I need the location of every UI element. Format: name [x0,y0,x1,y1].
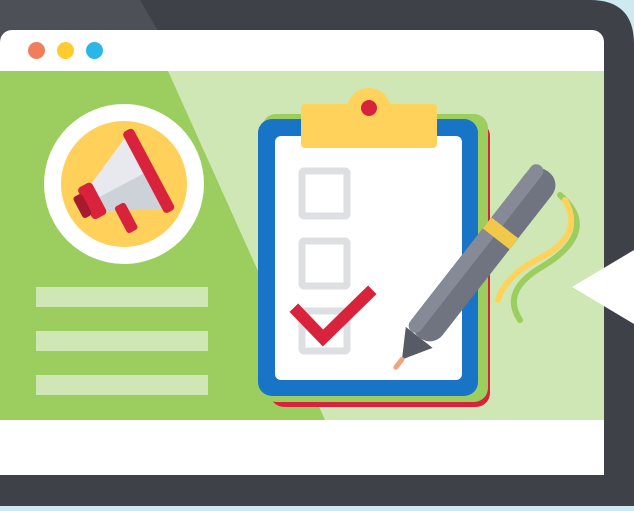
window-controls [28,42,103,59]
maximize-button[interactable] [86,42,103,59]
clipboard-icon [258,88,490,407]
text-line-2 [36,331,208,351]
minimize-button[interactable] [57,42,74,59]
illustration-canvas [0,0,634,506]
illustration [0,0,634,506]
text-line-3 [36,375,208,395]
text-line-1 [36,287,208,307]
close-button[interactable] [28,42,45,59]
megaphone-icon [44,104,204,264]
